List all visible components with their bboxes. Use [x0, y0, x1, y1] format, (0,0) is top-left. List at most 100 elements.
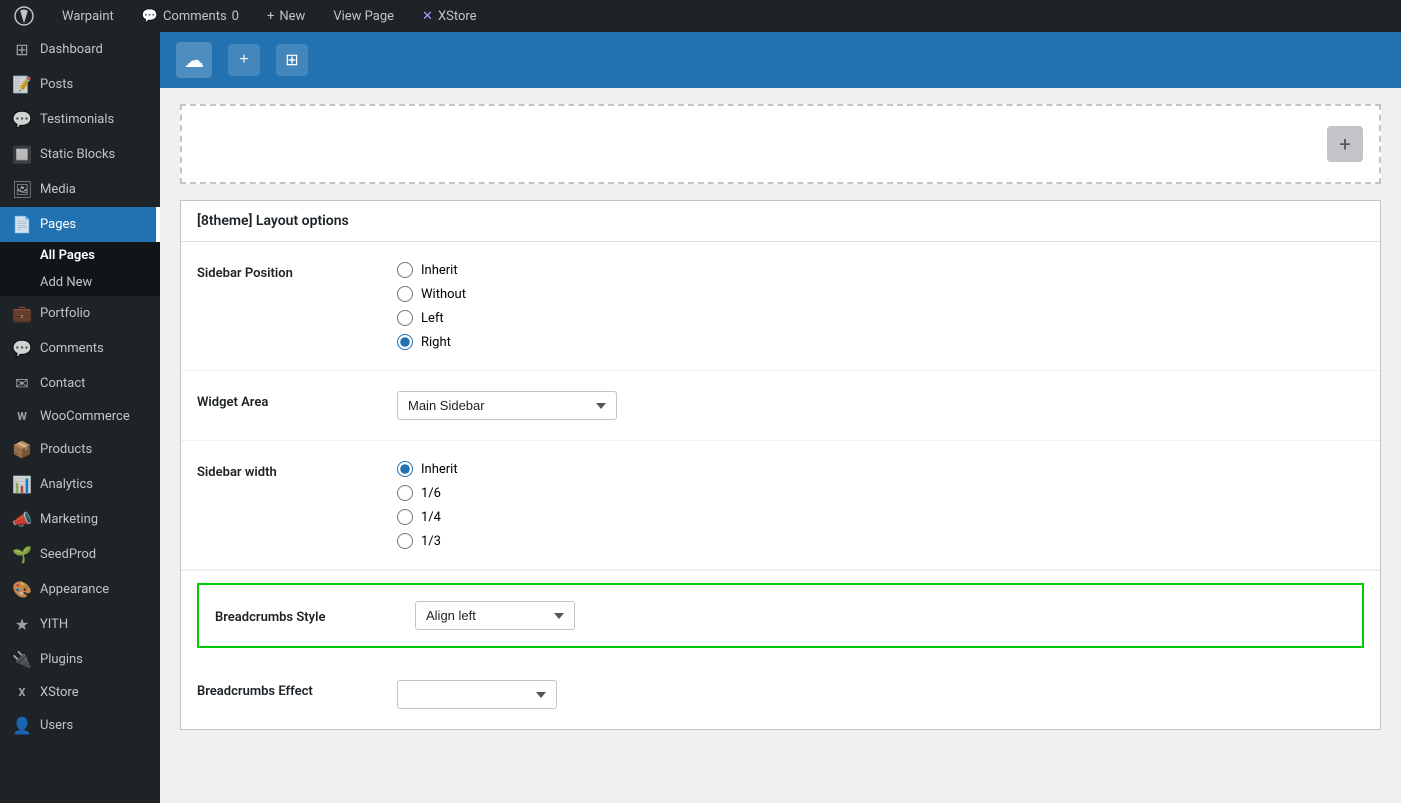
view-page-item[interactable]: View Page	[327, 0, 400, 32]
wp-logo-item[interactable]	[8, 0, 40, 32]
cloud-icon: ☁	[176, 42, 212, 78]
sidebar-item-testimonials[interactable]: 💬 Testimonials	[0, 102, 160, 137]
plugins-icon: 🔌	[12, 650, 32, 669]
marketing-icon: 📣	[12, 510, 32, 529]
sidebar-item-portfolio[interactable]: 💼 Portfolio	[0, 296, 160, 331]
sidebar-label-testimonials: Testimonials	[40, 112, 114, 127]
sidebar-width-row: Sidebar width Inherit 1/6	[181, 441, 1380, 570]
sidebar-label-static-blocks: Static Blocks	[40, 147, 115, 162]
sidebar-item-woocommerce[interactable]: W WooCommerce	[0, 401, 160, 432]
sidebar-item-users[interactable]: 👤 Users	[0, 708, 160, 743]
sidebar-item-pages[interactable]: 📄 Pages	[0, 207, 160, 242]
woocommerce-icon: W	[12, 410, 32, 423]
sidebar-label-xstore: XStore	[40, 685, 79, 700]
comments-count: 0	[232, 9, 239, 24]
analytics-icon: 📊	[12, 475, 32, 494]
layout-toolbar-button[interactable]: ⊞	[276, 44, 308, 76]
sidebar-width-inherit[interactable]: Inherit	[397, 461, 1364, 477]
new-item[interactable]: + New	[261, 0, 311, 32]
sidebar-label-products: Products	[40, 442, 92, 457]
sidebar-width-1-4[interactable]: 1/4	[397, 509, 1364, 525]
sidebar-item-media[interactable]: 🖼 Media	[0, 172, 160, 207]
layout-options-section: [8theme] Layout options Sidebar Position…	[180, 200, 1381, 730]
sidebar-item-marketing[interactable]: 📣 Marketing	[0, 502, 160, 537]
sidebar-label-portfolio: Portfolio	[40, 306, 90, 321]
breadcrumbs-effect-select[interactable]: Option 1 Option 2	[397, 680, 557, 709]
comments-icon: 💬	[142, 9, 158, 24]
sidebar-position-inherit[interactable]: Inherit	[397, 262, 1364, 278]
sidebar-width-control: Inherit 1/6 1/4	[397, 461, 1364, 549]
sidebar-width-radio-group: Inherit 1/6 1/4	[397, 461, 1364, 549]
widget-area-control: Main Sidebar Secondary Sidebar	[397, 391, 1364, 420]
sidebar-label-woocommerce: WooCommerce	[40, 409, 130, 424]
add-block-button[interactable]: +	[1327, 126, 1363, 162]
sidebar-width-1-6[interactable]: 1/6	[397, 485, 1364, 501]
xstore-item[interactable]: ✕ XStore	[416, 0, 483, 32]
sidebar-position-without[interactable]: Without	[397, 286, 1364, 302]
sidebar-label-analytics: Analytics	[40, 477, 93, 492]
sidebar-item-analytics[interactable]: 📊 Analytics	[0, 467, 160, 502]
add-block-area: +	[180, 104, 1381, 184]
widget-area-row: Widget Area Main Sidebar Secondary Sideb…	[181, 371, 1380, 441]
sidebar-label-users: Users	[40, 718, 73, 733]
add-block-toolbar-button[interactable]: +	[228, 44, 260, 76]
breadcrumbs-style-label: Breadcrumbs Style	[215, 606, 415, 625]
breadcrumbs-effect-control: Option 1 Option 2	[397, 680, 1364, 709]
comments-label: Comments	[163, 9, 227, 24]
submenu-all-pages[interactable]: All Pages	[0, 242, 160, 269]
sidebar-item-dashboard[interactable]: ⊞ Dashboard	[0, 32, 160, 67]
submenu-add-new[interactable]: Add New	[0, 269, 160, 296]
breadcrumbs-style-control: Align left Align center Align right	[415, 601, 1346, 630]
admin-bar: Warpaint 💬 Comments 0 + New View Page ✕ …	[0, 0, 1401, 32]
products-icon: 📦	[12, 440, 32, 459]
new-label: New	[279, 9, 305, 24]
sidebar-label-seedprod: SeedProd	[40, 547, 96, 562]
dashboard-icon: ⊞	[12, 40, 32, 59]
width-1-6-label: 1/6	[421, 486, 441, 501]
page-toolbar: ☁ + ⊞	[160, 32, 1401, 88]
sidebar-item-comments[interactable]: 💬 Comments	[0, 331, 160, 366]
sidebar-label-plugins: Plugins	[40, 652, 83, 667]
left-label: Left	[421, 311, 444, 326]
site-name-item[interactable]: Warpaint	[56, 0, 120, 32]
inherit-label: Inherit	[421, 263, 458, 278]
sidebar-position-label: Sidebar Position	[197, 262, 397, 281]
comments-item[interactable]: 💬 Comments 0	[136, 0, 245, 32]
static-blocks-icon: 🔲	[12, 145, 32, 164]
sidebar-item-yith[interactable]: ★ YITH	[0, 607, 160, 642]
sidebar-item-products[interactable]: 📦 Products	[0, 432, 160, 467]
breadcrumbs-style-select[interactable]: Align left Align center Align right	[415, 601, 575, 630]
sidebar-item-posts[interactable]: 📝 Posts	[0, 67, 160, 102]
users-icon: 👤	[12, 716, 32, 735]
posts-icon: 📝	[12, 75, 32, 94]
width-1-4-label: 1/4	[421, 510, 441, 525]
media-icon: 🖼	[12, 180, 32, 199]
sidebar-item-appearance[interactable]: 🎨 Appearance	[0, 572, 160, 607]
sidebar-label-dashboard: Dashboard	[40, 42, 103, 57]
sidebar-label-marketing: Marketing	[40, 512, 98, 527]
layout-section-title: [8theme] Layout options	[181, 201, 1380, 242]
sidebar-item-static-blocks[interactable]: 🔲 Static Blocks	[0, 137, 160, 172]
sidebar-position-right[interactable]: Right	[397, 334, 1364, 350]
sidebar-position-left[interactable]: Left	[397, 310, 1364, 326]
sidebar-item-xstore[interactable]: X XStore	[0, 677, 160, 708]
sidebar-width-1-3[interactable]: 1/3	[397, 533, 1364, 549]
sidebar-item-plugins[interactable]: 🔌 Plugins	[0, 642, 160, 677]
comments-sidebar-icon: 💬	[12, 339, 32, 358]
xstore-label: XStore	[438, 9, 477, 24]
testimonials-icon: 💬	[12, 110, 32, 129]
pages-collapse-arrow	[156, 207, 160, 242]
new-icon: +	[267, 9, 274, 24]
sidebar-item-seedprod[interactable]: 🌱 SeedProd	[0, 537, 160, 572]
wp-logo-icon	[14, 6, 34, 26]
widget-area-label: Widget Area	[197, 391, 397, 410]
sidebar-label-posts: Posts	[40, 77, 73, 92]
breadcrumbs-style-wrapper: Breadcrumbs Style Align left Align cente…	[181, 570, 1380, 660]
view-page-label: View Page	[333, 9, 394, 24]
widget-area-select[interactable]: Main Sidebar Secondary Sidebar	[397, 391, 617, 420]
sidebar-item-contact[interactable]: ✉ Contact	[0, 366, 160, 401]
breadcrumbs-effect-row: Breadcrumbs Effect Option 1 Option 2	[181, 660, 1380, 729]
yith-icon: ★	[12, 615, 32, 634]
pages-icon: 📄	[12, 215, 32, 234]
width-1-3-label: 1/3	[421, 534, 441, 549]
